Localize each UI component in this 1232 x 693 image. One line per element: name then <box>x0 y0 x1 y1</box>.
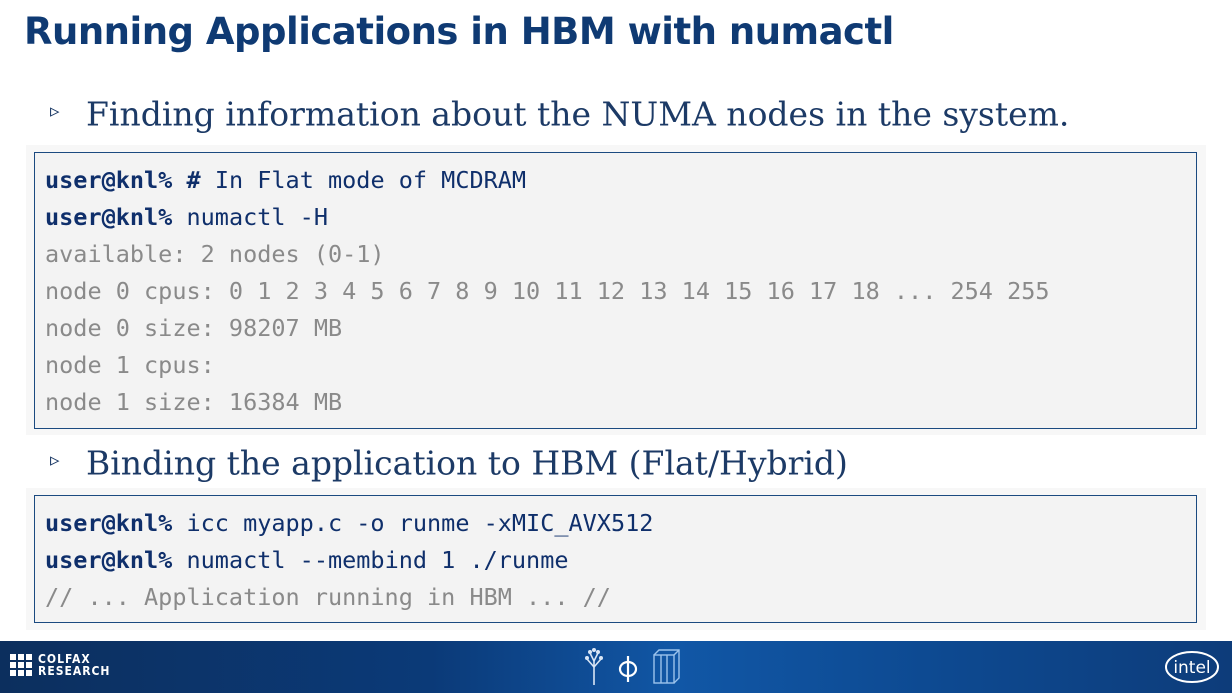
triangle-bullet-icon: ▹ <box>50 100 60 122</box>
bullet-2-text: Binding the application to HBM (Flat/Hyb… <box>86 443 848 483</box>
cube-icon <box>653 649 680 684</box>
intel-logo: intel <box>1165 651 1219 683</box>
code-output-line: node 0 cpus: 0 1 2 3 4 5 6 7 8 9 10 11 1… <box>45 277 1050 305</box>
code-line: user@knl% numactl --membind 1 ./runme <box>45 546 569 574</box>
bullet-1: ▹ Finding information about the NUMA node… <box>50 92 1069 134</box>
code-line: user@knl% icc myapp.c -o runme -xMIC_AVX… <box>45 509 654 537</box>
svg-text:intel: intel <box>1173 658 1210 678</box>
slide-title: Running Applications in HBM with numactl <box>24 10 894 53</box>
code-line: user@knl% numactl -H <box>45 203 328 231</box>
colfax-grid-icon <box>10 654 32 676</box>
code-line: user@knl% # In Flat mode of MCDRAM <box>45 166 527 194</box>
code-output-line: node 0 size: 98207 MB <box>45 314 343 342</box>
code-block-2: user@knl% icc myapp.c -o runme -xMIC_AVX… <box>34 495 1197 623</box>
colfax-logo: COLFAX RESEARCH <box>10 653 110 677</box>
code-output-line: node 1 cpus: <box>45 351 215 379</box>
phi-icon <box>618 656 638 682</box>
code-output-line: node 1 size: 16384 MB <box>45 388 343 416</box>
code-output-line: // ... Application running in HBM ... // <box>45 583 611 611</box>
center-icons <box>583 647 681 687</box>
bullet-2: ▹ Binding the application to HBM (Flat/Hy… <box>50 441 848 483</box>
triangle-bullet-icon: ▹ <box>50 449 60 471</box>
code-block-1: user@knl% # In Flat mode of MCDRAM user@… <box>34 152 1197 429</box>
logo-line-2: RESEARCH <box>38 664 111 678</box>
bullet-1-text: Finding information about the NUMA nodes… <box>86 94 1070 134</box>
footer-bar: COLFAX RESEARCH intel <box>0 641 1232 693</box>
code-output-line: available: 2 nodes (0-1) <box>45 240 385 268</box>
tree-icon <box>585 648 603 685</box>
